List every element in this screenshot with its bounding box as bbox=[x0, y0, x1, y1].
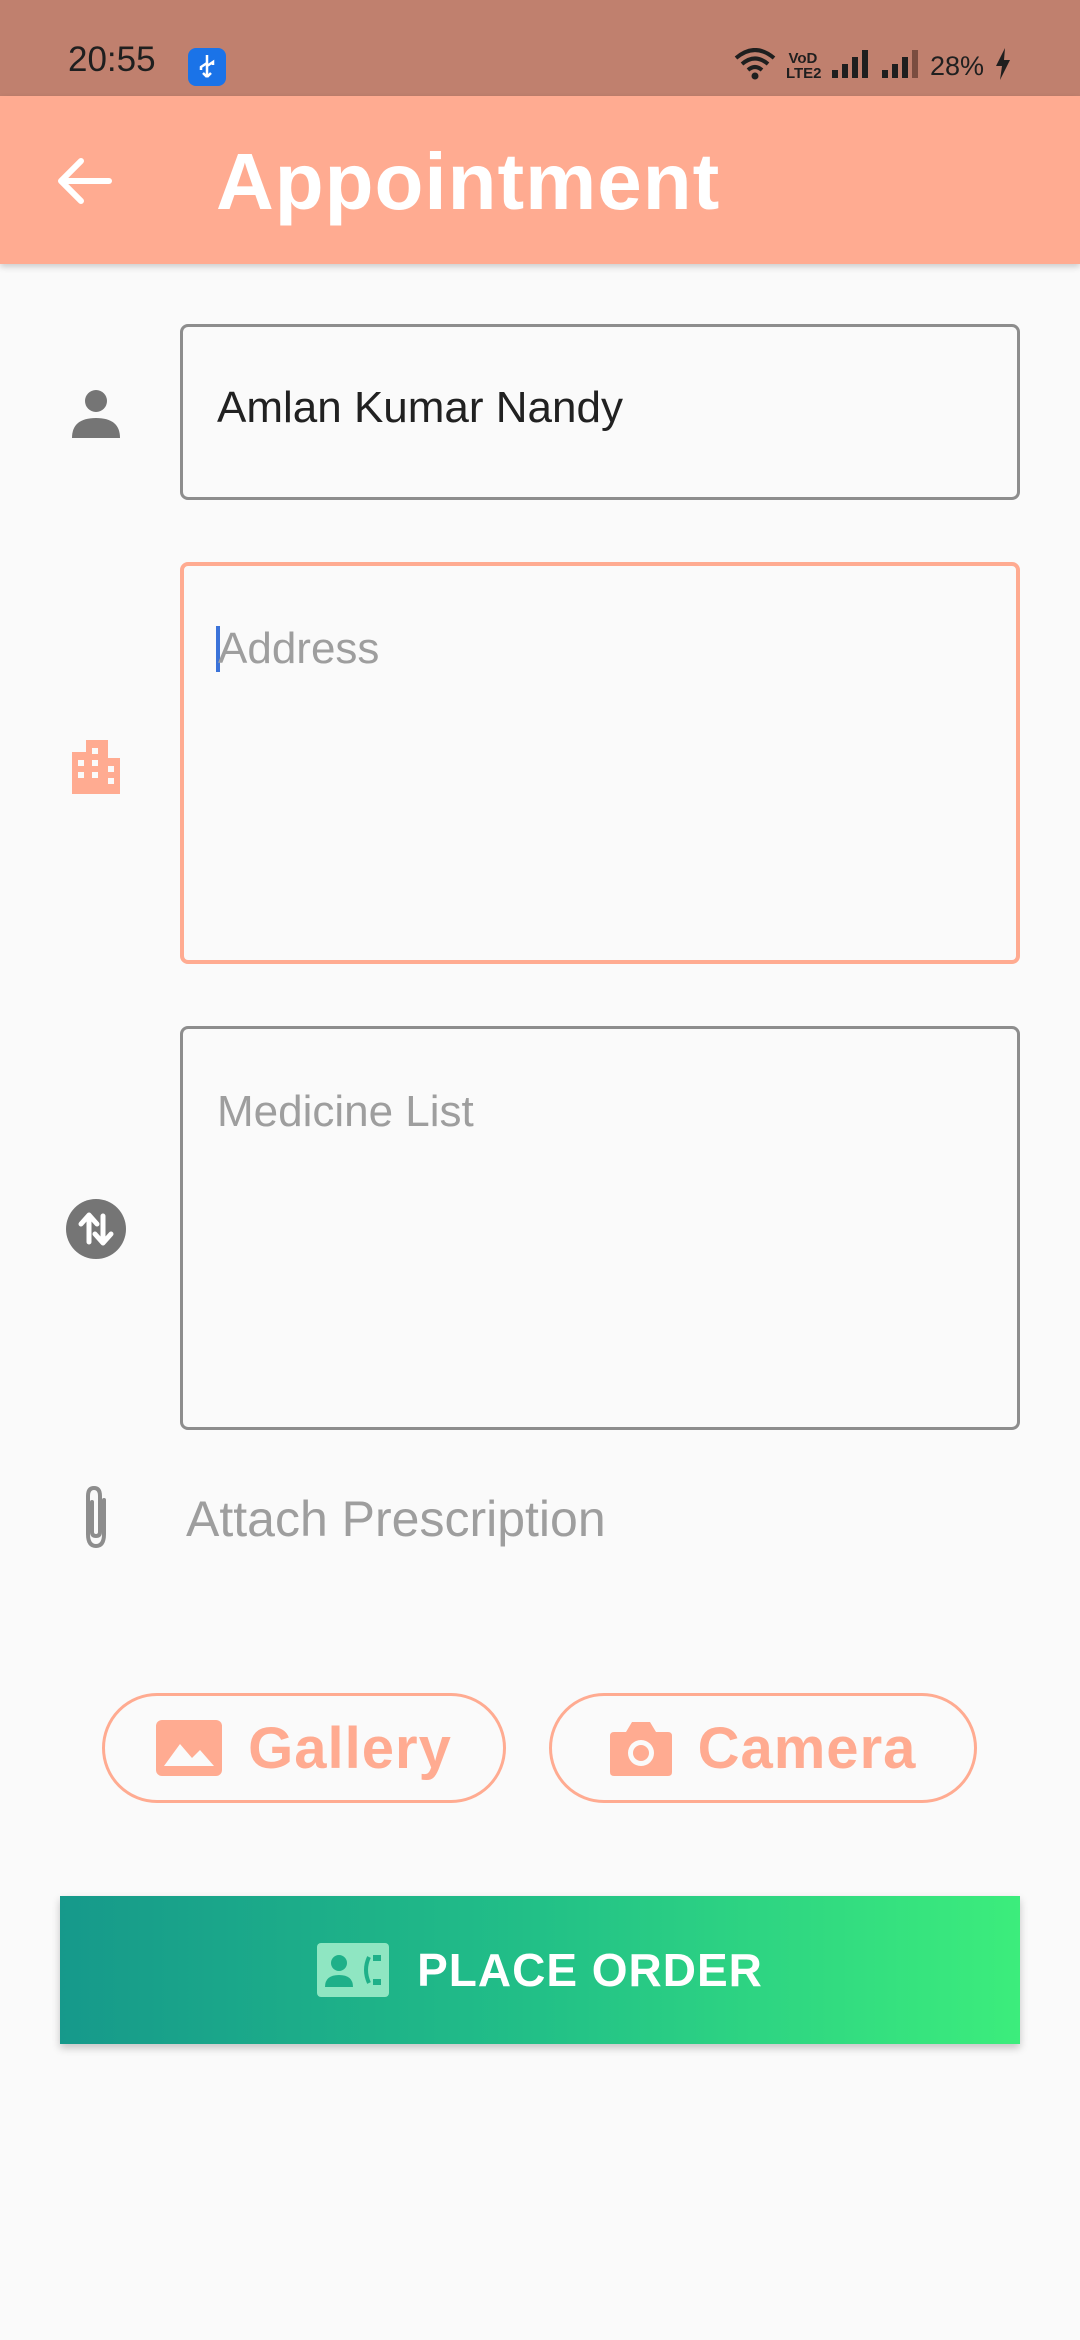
wifi-icon bbox=[734, 47, 776, 85]
medicine-list-placeholder: Medicine List bbox=[217, 1087, 474, 1136]
status-bar: 20:55 VoD LTE2 28% bbox=[0, 0, 1080, 96]
name-field[interactable]: Amlan Kumar Nandy bbox=[180, 324, 1020, 500]
network-label: VoD LTE2 bbox=[785, 50, 822, 82]
address-field[interactable]: Address bbox=[180, 562, 1020, 964]
image-icon bbox=[156, 1720, 223, 1776]
camera-icon bbox=[609, 1722, 672, 1776]
back-button[interactable] bbox=[50, 146, 120, 216]
gallery-label: Gallery bbox=[248, 1715, 452, 1781]
signal-2-icon bbox=[880, 48, 920, 85]
attach-prescription-label: Attach Prescription bbox=[186, 1491, 606, 1547]
contact-phone-icon bbox=[317, 1943, 390, 1997]
page-title: Appointment bbox=[216, 137, 721, 226]
usb-icon bbox=[188, 48, 226, 86]
charging-icon bbox=[994, 47, 1012, 86]
name-value: Amlan Kumar Nandy bbox=[217, 383, 623, 432]
paperclip-icon bbox=[61, 1482, 131, 1552]
gallery-button[interactable]: Gallery bbox=[102, 1693, 506, 1803]
camera-button[interactable]: Camera bbox=[549, 1693, 977, 1803]
camera-label: Camera bbox=[697, 1715, 917, 1781]
signal-1-icon bbox=[830, 48, 870, 85]
medicine-list-field[interactable]: Medicine List bbox=[180, 1026, 1020, 1430]
building-icon bbox=[61, 730, 131, 800]
place-order-button[interactable]: PLACE ORDER bbox=[60, 1896, 1020, 2044]
status-icons: VoD LTE2 28% bbox=[734, 46, 1012, 86]
arrow-left-icon bbox=[58, 158, 112, 204]
swap-vertical-icon bbox=[61, 1194, 131, 1264]
address-placeholder: Address bbox=[218, 624, 380, 673]
place-order-label: PLACE ORDER bbox=[417, 1944, 763, 1996]
battery-percent: 28% bbox=[929, 50, 984, 81]
app-bar: Appointment bbox=[0, 96, 1080, 264]
status-time: 20:55 bbox=[68, 40, 156, 79]
person-icon bbox=[61, 378, 131, 448]
